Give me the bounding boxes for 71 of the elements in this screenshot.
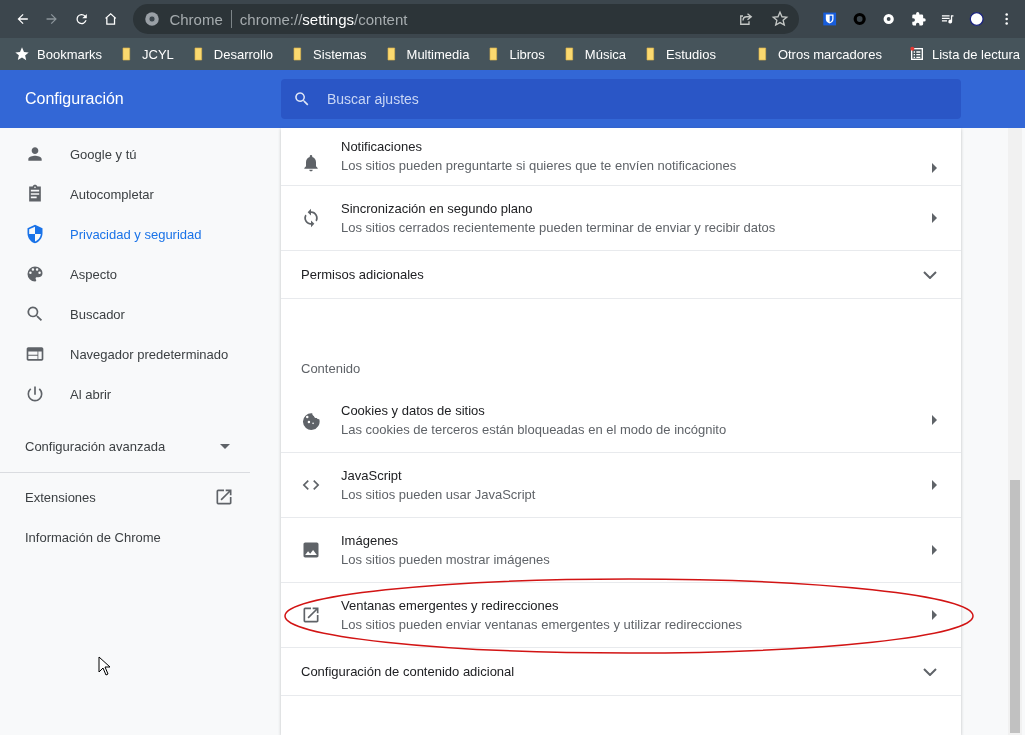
search-icon — [25, 304, 45, 324]
settings-row[interactable]: Cookies y datos de sitios Las cookies de terceros están bloqueadas en el modo de incógnito — [281, 388, 961, 453]
settings-row[interactable]: Ventanas emergentes y redirecciones Los sitios pueden enviar ventanas emergentes y utilizar redirecciones — [281, 583, 961, 648]
sidebar-item[interactable]: Privacidad y seguridad — [0, 214, 281, 254]
section-heading: Contenido — [300, 360, 362, 378]
external-link-icon — [301, 605, 321, 625]
palette-icon — [25, 264, 45, 284]
browser-window-icon — [25, 344, 45, 364]
arrow-right-icon — [932, 545, 937, 555]
row-description: Los sitios pueden mostrar imágenes — [341, 552, 551, 567]
star-icon — [14, 46, 30, 62]
chevron-icon — [923, 270, 937, 279]
sidebar-link[interactable]: Información de Chrome — [0, 517, 250, 557]
sidebar-item[interactable]: Al abrir — [0, 374, 281, 414]
star-icon[interactable] — [771, 10, 790, 28]
row-description: Los sitios pueden usar JavaScript — [341, 487, 537, 502]
mouse-cursor-icon — [98, 656, 110, 676]
arrow-right-icon — [932, 480, 937, 490]
bookmark[interactable]: Libros — [486, 46, 545, 62]
row-title: Ventanas emergentes y redirecciones — [341, 598, 560, 613]
bookmark[interactable]: Sistemas — [290, 46, 367, 62]
row-title: Imágenes — [341, 533, 400, 548]
row-title: JavaScript — [341, 468, 403, 483]
bookmark[interactable]: JCYL — [119, 46, 174, 62]
sidebar-item[interactable]: Navegador predeterminado — [0, 334, 281, 374]
image-icon — [301, 540, 321, 560]
external-link-icon — [214, 487, 234, 507]
arrow-right-icon — [932, 415, 937, 425]
chrome-logo-icon — [143, 10, 162, 28]
row-description: Los sitios pueden enviar ventanas emergentes y utilizar redirecciones — [341, 617, 744, 632]
arrow-right-icon — [932, 610, 937, 620]
bookmark[interactable]: Otros marcadores — [754, 46, 882, 62]
bookmark[interactable]: Multimedia — [383, 46, 470, 62]
search-field[interactable]: Buscar ajustes — [281, 79, 961, 119]
bell-icon — [301, 153, 321, 173]
row-description: Las cookies de terceros están bloqueadas en el modo de incógnito — [341, 422, 728, 437]
row-title: Sincronización en segundo plano — [341, 201, 534, 216]
settings-row[interactable]: Notificaciones Los sitios pueden preguntarte si quieres que te envíen notificaciones — [281, 128, 961, 186]
bookmark[interactable]: Bookmarks — [14, 46, 103, 62]
sync-icon — [301, 208, 321, 228]
arrow-right-icon — [932, 213, 937, 223]
sidebar-item[interactable]: Aspecto — [0, 254, 281, 294]
row-description: Los sitios pueden preguntarte si quieres que te envíen notificaciones — [341, 158, 738, 173]
settings-row[interactable]: Imágenes Los sitios pueden mostrar imágenes — [281, 518, 961, 583]
reading-list-icon — [908, 46, 925, 62]
address-bar[interactable]: Chrome chrome://settings/content — [133, 4, 800, 34]
page-title: Configuración — [24, 90, 125, 108]
bookmark[interactable]: Lista de lectura — [908, 46, 1021, 62]
bookmark[interactable]: Música — [561, 46, 626, 62]
cookie-icon — [301, 410, 321, 430]
row-title: Cookies y datos de sitios — [341, 403, 486, 418]
row-title: Notificaciones — [341, 139, 423, 154]
row-description: Los sitios cerrados recientemente pueden terminar de enviar y recibir datos — [341, 220, 777, 235]
expandable-section[interactable]: Configuración de contenido adicional — [281, 648, 961, 696]
advanced-settings-toggle[interactable]: Configuración avanzada — [0, 422, 250, 470]
settings-row[interactable]: Sincronización en segundo plano Los sitios cerrados recientemente pueden terminar de enviar y recibir datos — [281, 186, 961, 251]
caret-icon — [220, 443, 230, 449]
bookmark[interactable]: Desarrollo — [190, 46, 274, 62]
sidebar-item[interactable]: Google y tú — [0, 134, 281, 174]
power-icon — [25, 384, 45, 404]
sidebar-item[interactable]: Buscador — [0, 294, 281, 334]
settings-row[interactable]: JavaScript Los sitios pueden usar JavaScript — [281, 453, 961, 518]
chevron-icon — [923, 667, 937, 676]
sidebar-item[interactable]: Autocompletar — [0, 174, 281, 214]
arrow-right-icon — [932, 163, 937, 173]
search-icon — [293, 90, 311, 108]
sidebar-link[interactable]: Extensiones — [0, 477, 250, 517]
scrollbar[interactable] — [1008, 128, 1022, 735]
expandable-section[interactable]: Permisos adicionales — [281, 251, 961, 299]
bookmark[interactable]: Estudios — [643, 46, 716, 62]
shield-icon — [25, 224, 45, 244]
